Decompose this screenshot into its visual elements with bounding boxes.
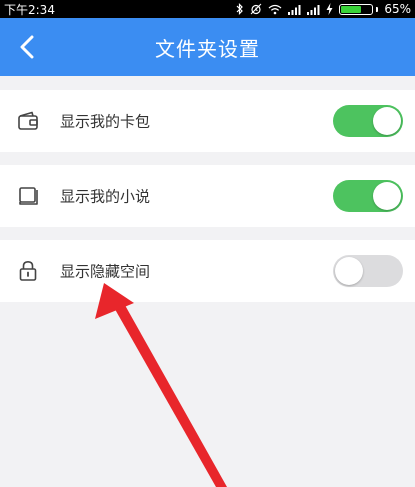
setting-label-hidden-space: 显示隐藏空间 — [60, 262, 151, 281]
toggle-show-wallet[interactable] — [333, 105, 403, 137]
battery-fill — [341, 5, 361, 13]
setting-row-wallet: 显示我的卡包 — [0, 90, 415, 152]
battery-body — [339, 3, 374, 15]
setting-label-wallet: 显示我的卡包 — [60, 112, 151, 131]
setting-row-novel: 显示我的小说 — [0, 165, 415, 227]
back-button[interactable] — [10, 30, 44, 64]
battery-icon — [339, 3, 379, 15]
bluetooth-icon — [236, 3, 244, 15]
setting-label-novel: 显示我的小说 — [60, 187, 151, 206]
status-time: 下午2:34 — [4, 2, 55, 17]
toggle-knob — [373, 107, 401, 135]
charging-icon — [326, 3, 333, 15]
battery-percent: 65% — [384, 2, 411, 16]
chevron-left-icon — [20, 35, 34, 59]
battery-tip — [376, 6, 379, 12]
toggle-show-hidden-space[interactable] — [333, 255, 403, 287]
signal-icon — [288, 4, 301, 15]
toggle-show-novel[interactable] — [333, 180, 403, 212]
alarm-icon — [250, 3, 262, 15]
toggle-knob — [335, 257, 363, 285]
app-bar: 文件夹设置 — [0, 18, 415, 76]
wallet-icon — [16, 109, 40, 133]
page-title: 文件夹设置 — [155, 36, 260, 61]
book-icon — [16, 184, 40, 208]
wifi-icon — [268, 4, 282, 15]
setting-row-hidden-space: 显示隐藏空间 — [0, 240, 415, 302]
toggle-knob — [373, 182, 401, 210]
lock-icon — [16, 259, 40, 283]
status-icons: 65% — [236, 2, 411, 16]
signal-icon — [307, 4, 320, 15]
annotation-arrow-shaft — [112, 298, 227, 487]
status-bar: 下午2:34 65% — [0, 0, 415, 18]
